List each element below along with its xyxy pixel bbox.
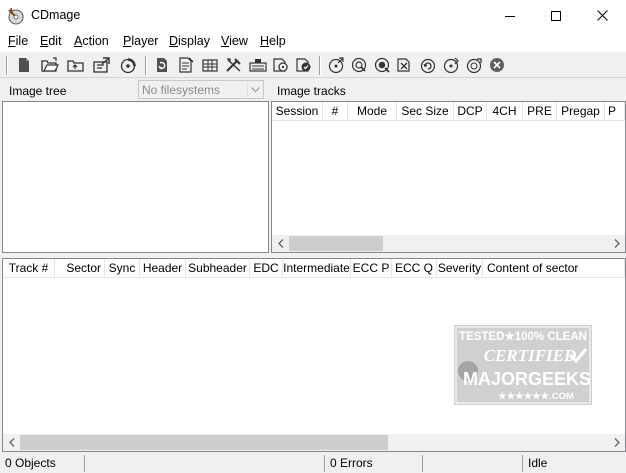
window-title: CDmage bbox=[31, 8, 81, 22]
tracks-col-number[interactable]: # bbox=[323, 102, 348, 121]
tracks-col-dcp[interactable]: DCP bbox=[454, 102, 487, 121]
disc-browse-icon[interactable] bbox=[118, 55, 138, 75]
tracks-horizontal-scrollbar[interactable] bbox=[272, 235, 625, 252]
sectors-header-row: Track # Sector Sync Header Subheader EDC… bbox=[3, 259, 625, 278]
image-tracks-pane[interactable]: Session # Mode Sec Size DCP 4CH PRE Preg… bbox=[271, 101, 626, 253]
sectors-col-sector[interactable]: Sector bbox=[55, 259, 105, 278]
save-track-icon[interactable] bbox=[176, 55, 196, 75]
tracks-scroll-thumb[interactable] bbox=[289, 236, 383, 251]
extract-icon[interactable] bbox=[200, 55, 220, 75]
scan-icon[interactable] bbox=[271, 55, 291, 75]
filesystem-select[interactable]: No filesystems bbox=[138, 80, 264, 99]
title-bar: CDmage bbox=[0, 0, 626, 31]
tracks-col-pre[interactable]: PRE bbox=[523, 102, 557, 121]
image-info-icon[interactable] bbox=[248, 55, 268, 75]
sectors-col-severity[interactable]: Severity bbox=[437, 259, 483, 278]
status-objects: 0 Objects bbox=[5, 456, 56, 470]
cdmage-app-icon bbox=[7, 7, 25, 25]
menu-view[interactable]: View bbox=[221, 34, 248, 48]
open-folder-icon[interactable] bbox=[40, 55, 60, 75]
tracks-header-row: Session # Mode Sec Size DCP 4CH PRE Preg… bbox=[272, 102, 625, 121]
menu-file[interactable]: File bbox=[8, 34, 28, 48]
image-tree-pane[interactable] bbox=[2, 101, 269, 253]
sectors-col-track[interactable]: Track # bbox=[3, 259, 55, 278]
status-empty-cell bbox=[422, 455, 522, 472]
scroll-left-icon[interactable] bbox=[272, 235, 289, 252]
menu-player-rest: layer bbox=[131, 34, 159, 48]
filesystem-select-value: No filesystems bbox=[142, 83, 221, 97]
tracks-col-session[interactable]: Session bbox=[272, 102, 323, 121]
chevron-down-icon bbox=[247, 82, 262, 97]
scroll-left-icon[interactable] bbox=[3, 434, 20, 451]
menu-help-mnemonic: H bbox=[260, 34, 270, 48]
sectors-col-ecc-p[interactable]: ECC P bbox=[351, 259, 392, 278]
menu-help-rest: elp bbox=[269, 34, 286, 48]
folder-up-icon[interactable] bbox=[66, 55, 86, 75]
tools-icon[interactable] bbox=[224, 55, 244, 75]
sectors-col-intermediate[interactable]: Intermediate bbox=[283, 259, 351, 278]
menu-edit[interactable]: Edit bbox=[40, 34, 62, 48]
scroll-right-icon[interactable] bbox=[608, 235, 625, 252]
minimize-button[interactable] bbox=[487, 0, 533, 31]
sectors-col-ecc-q[interactable]: ECC Q bbox=[392, 259, 437, 278]
tracks-col-pregap[interactable]: Pregap bbox=[557, 102, 605, 121]
play-icon[interactable] bbox=[326, 55, 346, 75]
menu-view-mnemonic: V bbox=[221, 34, 230, 48]
menu-display[interactable]: Display bbox=[169, 34, 210, 48]
zoom-disc-icon[interactable] bbox=[372, 55, 392, 75]
menu-bar: File Edit Action Player Display View Hel… bbox=[0, 31, 626, 51]
sectors-col-content[interactable]: Content of sector bbox=[483, 259, 625, 278]
sectors-col-subheader[interactable]: Subheader bbox=[186, 259, 250, 278]
menu-file-mnemonic: F bbox=[8, 34, 16, 48]
image-tracks-label: Image tracks bbox=[277, 84, 346, 98]
watermark-line2: CERTIFIED bbox=[484, 346, 577, 365]
status-errors: 0 Errors bbox=[324, 455, 422, 472]
watermark-line1: TESTED★100% CLEAN bbox=[459, 330, 587, 343]
majorgeeks-watermark: TESTED★100% CLEAN CERTIFIED MAJORGEEKS ★… bbox=[454, 325, 592, 405]
toolbar bbox=[0, 51, 626, 78]
watermark-line3: MAJORGEEKS bbox=[463, 369, 591, 389]
status-empty-cell bbox=[84, 455, 324, 472]
sectors-horizontal-scrollbar[interactable] bbox=[3, 434, 625, 451]
close-button[interactable] bbox=[579, 0, 625, 31]
menu-display-rest: isplay bbox=[178, 34, 210, 48]
tracks-col-sec-size[interactable]: Sec Size bbox=[397, 102, 454, 121]
menu-view-rest: iew bbox=[229, 34, 248, 48]
tracks-col-p[interactable]: P bbox=[605, 102, 625, 121]
menu-player[interactable]: Player bbox=[123, 34, 158, 48]
stop-icon[interactable] bbox=[487, 55, 507, 75]
toolbar-separator bbox=[6, 56, 8, 75]
menu-edit-rest: dit bbox=[48, 34, 62, 48]
sectors-col-edc[interactable]: EDC bbox=[250, 259, 283, 278]
toolbar-separator bbox=[145, 56, 147, 75]
scroll-right-icon[interactable] bbox=[608, 434, 625, 451]
menu-action-rest: ction bbox=[82, 34, 109, 48]
watermark-line4: ★★★★★★.COM bbox=[498, 391, 574, 402]
next-disc-icon[interactable] bbox=[441, 55, 461, 75]
menu-help[interactable]: Help bbox=[260, 34, 286, 48]
status-bar: 0 Objects 0 Errors Idle bbox=[0, 453, 626, 473]
check-icon[interactable] bbox=[294, 55, 314, 75]
menu-action[interactable]: Action bbox=[74, 34, 109, 48]
convert-icon[interactable] bbox=[152, 55, 172, 75]
test-disc-icon[interactable] bbox=[464, 55, 484, 75]
maximize-button[interactable] bbox=[533, 0, 579, 31]
disc-report-icon[interactable] bbox=[395, 55, 415, 75]
properties-icon[interactable] bbox=[92, 55, 112, 75]
new-file-icon[interactable] bbox=[14, 55, 34, 75]
sectors-col-header[interactable]: Header bbox=[140, 259, 186, 278]
tracks-col-4ch[interactable]: 4CH bbox=[487, 102, 523, 121]
tracks-col-mode[interactable]: Mode bbox=[348, 102, 397, 121]
toolbar-separator bbox=[319, 56, 321, 75]
menu-file-rest: ile bbox=[15, 34, 29, 48]
sectors-scroll-thumb[interactable] bbox=[20, 435, 388, 450]
search-disc-icon[interactable] bbox=[349, 55, 369, 75]
sectors-col-sync[interactable]: Sync bbox=[105, 259, 140, 278]
refresh-disc-icon[interactable] bbox=[418, 55, 438, 75]
status-state: Idle bbox=[522, 455, 626, 472]
menu-display-mnemonic: D bbox=[169, 34, 179, 48]
image-tree-label: Image tree bbox=[9, 84, 67, 98]
